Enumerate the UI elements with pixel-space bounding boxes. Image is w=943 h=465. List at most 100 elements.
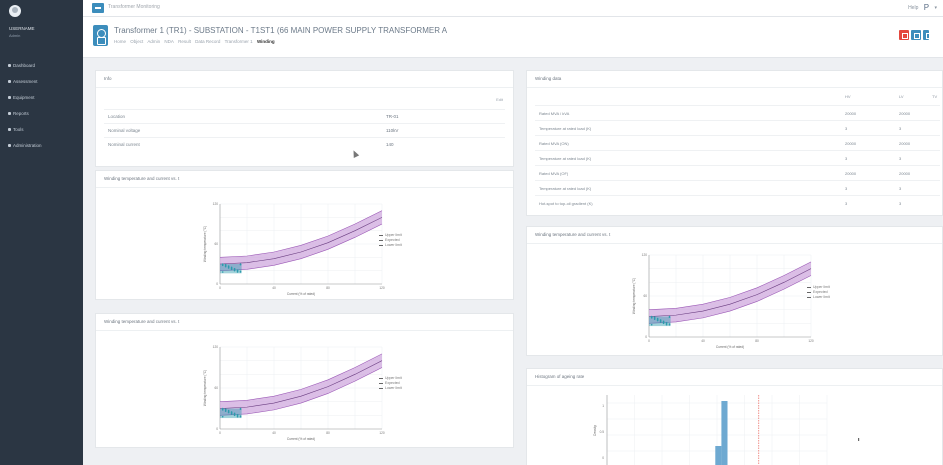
table-cell: 20000: [899, 171, 911, 176]
legend-swatch: [379, 377, 383, 379]
sidebar-item-tools[interactable]: Tools: [0, 124, 83, 136]
histogram-bar: [721, 401, 728, 465]
info-panel: Info Edit Location TR-01 Nominal voltage…: [95, 70, 514, 167]
table-cell: 20000: [899, 141, 911, 146]
info-row: Nominal current 140: [104, 137, 505, 151]
table-row: Rated MVA / kVA 20000 20000: [535, 105, 940, 120]
legend-swatch: [379, 244, 383, 246]
info-edit-link[interactable]: Edit: [496, 97, 503, 102]
table-cell: 3: [899, 126, 902, 131]
divider: [96, 330, 513, 331]
x-tick-label: 120: [379, 431, 385, 435]
y-tick-label: 0: [216, 282, 218, 286]
top-bar-actions: Help P ▾: [904, 3, 937, 12]
y-tick-label: 60: [214, 242, 218, 246]
table-row: Temperature at rated load (K) 3 3: [535, 150, 940, 165]
edit-button[interactable]: [911, 30, 921, 40]
table-row: Rated MVA (ON) 20000 20000: [535, 135, 940, 150]
table-row: Temperature at rated load (K) 3 3: [535, 180, 940, 195]
info-value: 140: [386, 142, 394, 147]
menu-toggle-button[interactable]: [92, 3, 104, 13]
divider: [527, 243, 942, 244]
nav-link-nda[interactable]: NDA: [164, 39, 174, 44]
info-label: Nominal voltage: [108, 128, 141, 133]
nav-link-result[interactable]: Result: [178, 39, 191, 44]
sidebar-item-admin[interactable]: Administration: [0, 140, 83, 152]
delete-button[interactable]: [899, 30, 909, 40]
assessment-icon: [8, 80, 11, 83]
user-role: Admin: [9, 33, 21, 38]
sidebar-item-equipment[interactable]: Equipment: [0, 92, 83, 104]
chart-panel-right-mid: Winding temperature and current vs. t 0 4…: [526, 226, 943, 356]
legend-swatch: [379, 239, 383, 241]
row-label: Temperature at rated load (K): [539, 156, 592, 161]
avatar[interactable]: [9, 5, 21, 17]
sidebar-item-label: Tools: [13, 127, 24, 132]
user-name: USERNAME: [9, 26, 35, 31]
legend-label: Upper limit: [385, 233, 402, 237]
more-button[interactable]: [923, 30, 932, 40]
nav-link-transformer[interactable]: Transformer 1: [225, 39, 253, 44]
legend-swatch: [858, 438, 860, 441]
page-header: Transformer 1 (TR1) - SUBSTATION - T1ST1…: [83, 17, 943, 58]
table-cell: 3: [845, 186, 848, 191]
nav-link-object[interactable]: Object: [130, 39, 143, 44]
legend-label: Lower limit: [385, 243, 402, 247]
info-panel-title: Info: [104, 76, 112, 81]
info-value: 110kV: [386, 128, 399, 133]
header-nav: Home Object Admin NDA Result Data Record…: [114, 39, 278, 44]
temperature-chart: 0 40 80 120 0 60 120 Current (% of rated) Windin…: [203, 345, 385, 441]
table-cell: 20000: [899, 111, 911, 116]
ratings-panel: Winding data HV LV TV Rated MVA / kVA 200…: [526, 70, 943, 216]
y-tick-label: 60: [214, 386, 218, 390]
legend-label: Expected: [813, 290, 828, 294]
row-label: Rated MVA (ON): [539, 141, 569, 146]
nav-link-winding[interactable]: Winding: [257, 39, 275, 44]
table-cell: 3: [845, 156, 848, 161]
top-bar: Transformer Monitoring Help P ▾: [83, 0, 943, 17]
user-menu-letter[interactable]: P: [924, 3, 929, 12]
legend-swatch: [379, 382, 383, 384]
sidebar-item-assessment[interactable]: Assessment: [0, 76, 83, 88]
info-label: Nominal current: [108, 142, 140, 147]
x-tick-label: 80: [326, 286, 330, 290]
table-cell: 3: [899, 156, 902, 161]
x-axis-label: Current (% of rated): [716, 345, 744, 349]
nav-link-home[interactable]: Home: [114, 39, 126, 44]
y-axis-label: Winding temperature (°C): [203, 226, 207, 262]
legend-swatch: [807, 286, 811, 288]
legend-entry: Lower limit: [379, 386, 402, 391]
admin-icon: [8, 144, 11, 147]
page-title: Transformer 1 (TR1) - SUBSTATION - T1ST1…: [114, 26, 448, 35]
help-link[interactable]: Help: [908, 5, 918, 11]
x-tick-label: 0: [219, 431, 221, 435]
table-cell: 20000: [845, 171, 857, 176]
y-axis-label: Winding temperature (°C): [203, 370, 207, 406]
chevron-down-icon[interactable]: ▾: [934, 5, 937, 11]
divider: [527, 385, 942, 386]
sidebar-item-label: Equipment: [13, 95, 35, 100]
y-tick-label: 0: [602, 456, 604, 460]
legend-label: Lower limit: [813, 295, 830, 299]
divider: [96, 87, 513, 88]
row-label: Rated MVA / kVA: [539, 111, 570, 116]
x-tick-label: 80: [755, 339, 759, 343]
breadcrumb[interactable]: Transformer Monitoring: [108, 4, 160, 10]
table-cell: 3: [845, 126, 848, 131]
table-cell: 3: [899, 186, 902, 191]
nav-link-admin[interactable]: Admin: [147, 39, 160, 44]
tools-icon: [8, 128, 11, 131]
x-tick-label: 80: [326, 431, 330, 435]
nav-link-data-record[interactable]: Data Record: [195, 39, 220, 44]
sidebar-item-dashboard[interactable]: Dashboard: [0, 60, 83, 72]
sidebar-item-label: Assessment: [13, 79, 38, 84]
x-tick-label: 40: [272, 431, 276, 435]
sidebar-item-reports[interactable]: Reports: [0, 108, 83, 120]
legend-swatch: [379, 387, 383, 389]
table-row: Rated MVA (OF) 20000 20000: [535, 165, 940, 180]
y-tick-label: 0: [216, 427, 218, 431]
x-tick-label: 120: [808, 339, 814, 343]
equipment-icon: [8, 96, 11, 99]
table-cell: 3: [899, 201, 902, 206]
y-tick-label: 120: [213, 345, 219, 349]
